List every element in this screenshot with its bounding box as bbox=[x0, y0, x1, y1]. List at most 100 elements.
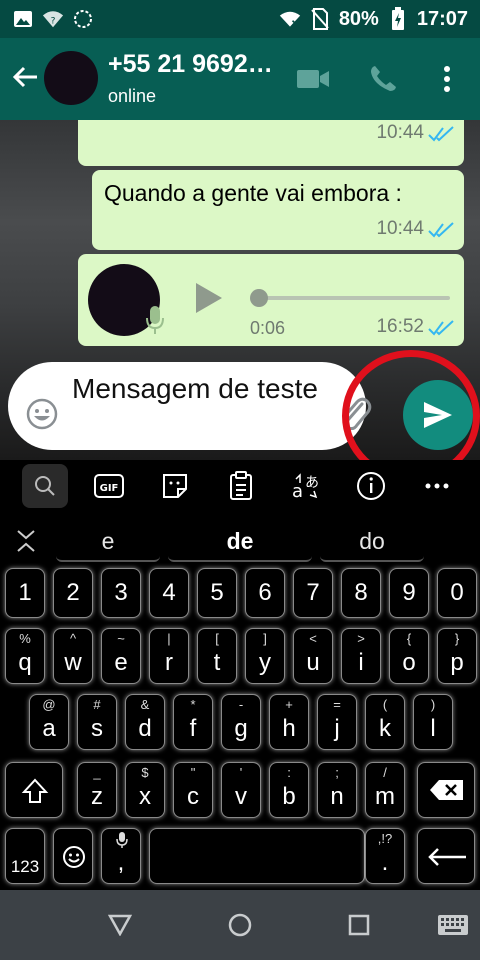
key-o[interactable]: {o bbox=[389, 628, 429, 684]
key-4[interactable]: 4 bbox=[149, 568, 189, 618]
key-f[interactable]: * f bbox=[173, 694, 213, 750]
key-0[interactable]: 0 bbox=[437, 568, 477, 618]
translate-icon[interactable]: aあ bbox=[286, 466, 328, 506]
sync-icon bbox=[72, 8, 94, 30]
info-icon[interactable] bbox=[350, 466, 392, 506]
recents-square-icon[interactable] bbox=[344, 910, 374, 940]
message-time: 10:44 bbox=[376, 122, 424, 143]
key-alt-label: _ bbox=[93, 765, 101, 780]
key-h[interactable]: + h bbox=[269, 694, 309, 750]
key-i[interactable]: > i bbox=[341, 628, 381, 684]
key-alt-label: ,!? bbox=[377, 831, 393, 846]
key-alt-label: ^ bbox=[69, 631, 77, 646]
voice-progress-knob[interactable] bbox=[250, 289, 268, 307]
key-label: . bbox=[381, 849, 389, 876]
key-alt-label: : bbox=[287, 765, 291, 780]
message-bubble[interactable]: Quando a gente vai embora : 10:44 bbox=[92, 170, 464, 250]
comma-key[interactable]: , bbox=[101, 828, 141, 884]
key-d[interactable]: & d bbox=[125, 694, 165, 750]
search-icon[interactable] bbox=[22, 464, 68, 508]
key-g[interactable]: -g bbox=[221, 694, 261, 750]
shift-key[interactable] bbox=[5, 762, 63, 818]
key-9[interactable]: 9 bbox=[389, 568, 429, 618]
message-input[interactable]: Mensagem de teste bbox=[72, 370, 342, 408]
back-triangle-icon[interactable] bbox=[105, 910, 135, 940]
avatar[interactable] bbox=[44, 51, 98, 105]
key-alt-label: ; bbox=[335, 765, 339, 780]
key-label: y bbox=[259, 649, 271, 676]
key-v[interactable]: ' v bbox=[221, 762, 261, 818]
play-icon[interactable] bbox=[190, 280, 226, 316]
key-label: i bbox=[358, 649, 364, 676]
key-e[interactable]: ~ e bbox=[101, 628, 141, 684]
period-key[interactable]: ,!?. bbox=[365, 828, 405, 884]
key-r[interactable]: | r bbox=[149, 628, 189, 684]
key-n[interactable]: ; n bbox=[317, 762, 357, 818]
contact-name[interactable]: +55 21 9692… bbox=[108, 50, 273, 79]
key-5[interactable]: 5 bbox=[197, 568, 237, 618]
key-k[interactable]: (k bbox=[365, 694, 405, 750]
key-8[interactable]: 8 bbox=[341, 568, 381, 618]
key-label: r bbox=[165, 649, 173, 676]
key-alt-label: % bbox=[19, 631, 31, 646]
key-c[interactable]: " c bbox=[173, 762, 213, 818]
video-call-icon[interactable] bbox=[294, 60, 332, 98]
keyboard-icon[interactable] bbox=[436, 910, 470, 940]
emoji-icon[interactable] bbox=[26, 398, 58, 430]
emoji-icon bbox=[63, 846, 85, 868]
sticker-icon[interactable] bbox=[154, 466, 196, 506]
battery-charging-icon bbox=[387, 7, 409, 30]
voice-progress-track[interactable] bbox=[258, 296, 450, 300]
key-l[interactable]: ) l bbox=[413, 694, 453, 750]
key-z[interactable]: _ z bbox=[77, 762, 117, 818]
key-6[interactable]: 6 bbox=[245, 568, 285, 618]
key-label: 7 bbox=[306, 579, 320, 606]
navigation-bar bbox=[0, 890, 480, 960]
key-3[interactable]: 3 bbox=[101, 568, 141, 618]
suggestion[interactable]: e bbox=[56, 522, 160, 562]
key-alt-label: ( bbox=[382, 697, 388, 712]
enter-key[interactable] bbox=[417, 828, 475, 884]
more-icon[interactable] bbox=[416, 466, 458, 506]
double-check-icon bbox=[428, 320, 454, 336]
suggestion[interactable]: do bbox=[320, 522, 424, 562]
clipboard-icon[interactable] bbox=[220, 466, 262, 506]
home-circle-icon[interactable] bbox=[225, 910, 255, 940]
suggestion[interactable]: de bbox=[168, 522, 312, 562]
key-label: 2 bbox=[66, 579, 80, 606]
key-u[interactable]: < u bbox=[293, 628, 333, 684]
back-arrow-icon[interactable] bbox=[8, 60, 42, 94]
key-1[interactable]: 1 bbox=[5, 568, 45, 618]
key-x[interactable]: $ x bbox=[125, 762, 165, 818]
key-alt-label: / bbox=[383, 765, 387, 780]
emoji-key[interactable] bbox=[53, 828, 93, 884]
key-label: v bbox=[235, 783, 247, 810]
key-alt-label: ~ bbox=[117, 631, 125, 646]
gif-icon[interactable]: GIF bbox=[88, 466, 130, 506]
key-j[interactable]: = j bbox=[317, 694, 357, 750]
collapse-icon[interactable] bbox=[14, 528, 38, 554]
key-alt-label: ] bbox=[263, 631, 267, 646]
key-q[interactable]: % q bbox=[5, 628, 45, 684]
more-vert-icon[interactable] bbox=[428, 60, 466, 98]
space-key[interactable] bbox=[149, 828, 365, 884]
backspace-key[interactable] bbox=[417, 762, 475, 818]
numbers-key[interactable]: 123 bbox=[5, 828, 45, 884]
voice-call-icon[interactable] bbox=[364, 60, 402, 98]
svg-text:a: a bbox=[292, 481, 303, 501]
message-composer[interactable]: Mensagem de teste bbox=[8, 362, 366, 450]
key-7[interactable]: 7 bbox=[293, 568, 333, 618]
key-alt-label: - bbox=[238, 697, 244, 712]
key-b[interactable]: :b bbox=[269, 762, 309, 818]
key-w[interactable]: ^ w bbox=[53, 628, 93, 684]
message-bubble[interactable]: 10:44 bbox=[78, 120, 464, 166]
key-m[interactable]: / m bbox=[365, 762, 405, 818]
key-2[interactable]: 2 bbox=[53, 568, 93, 618]
key-s[interactable]: # s bbox=[77, 694, 117, 750]
key-a[interactable]: @ a bbox=[29, 694, 69, 750]
voice-message-bubble[interactable]: 0:06 16:52 bbox=[78, 254, 464, 346]
key-p[interactable]: } p bbox=[437, 628, 477, 684]
key-t[interactable]: [t bbox=[197, 628, 237, 684]
key-label: 0 bbox=[450, 579, 464, 606]
key-y[interactable]: ] y bbox=[245, 628, 285, 684]
